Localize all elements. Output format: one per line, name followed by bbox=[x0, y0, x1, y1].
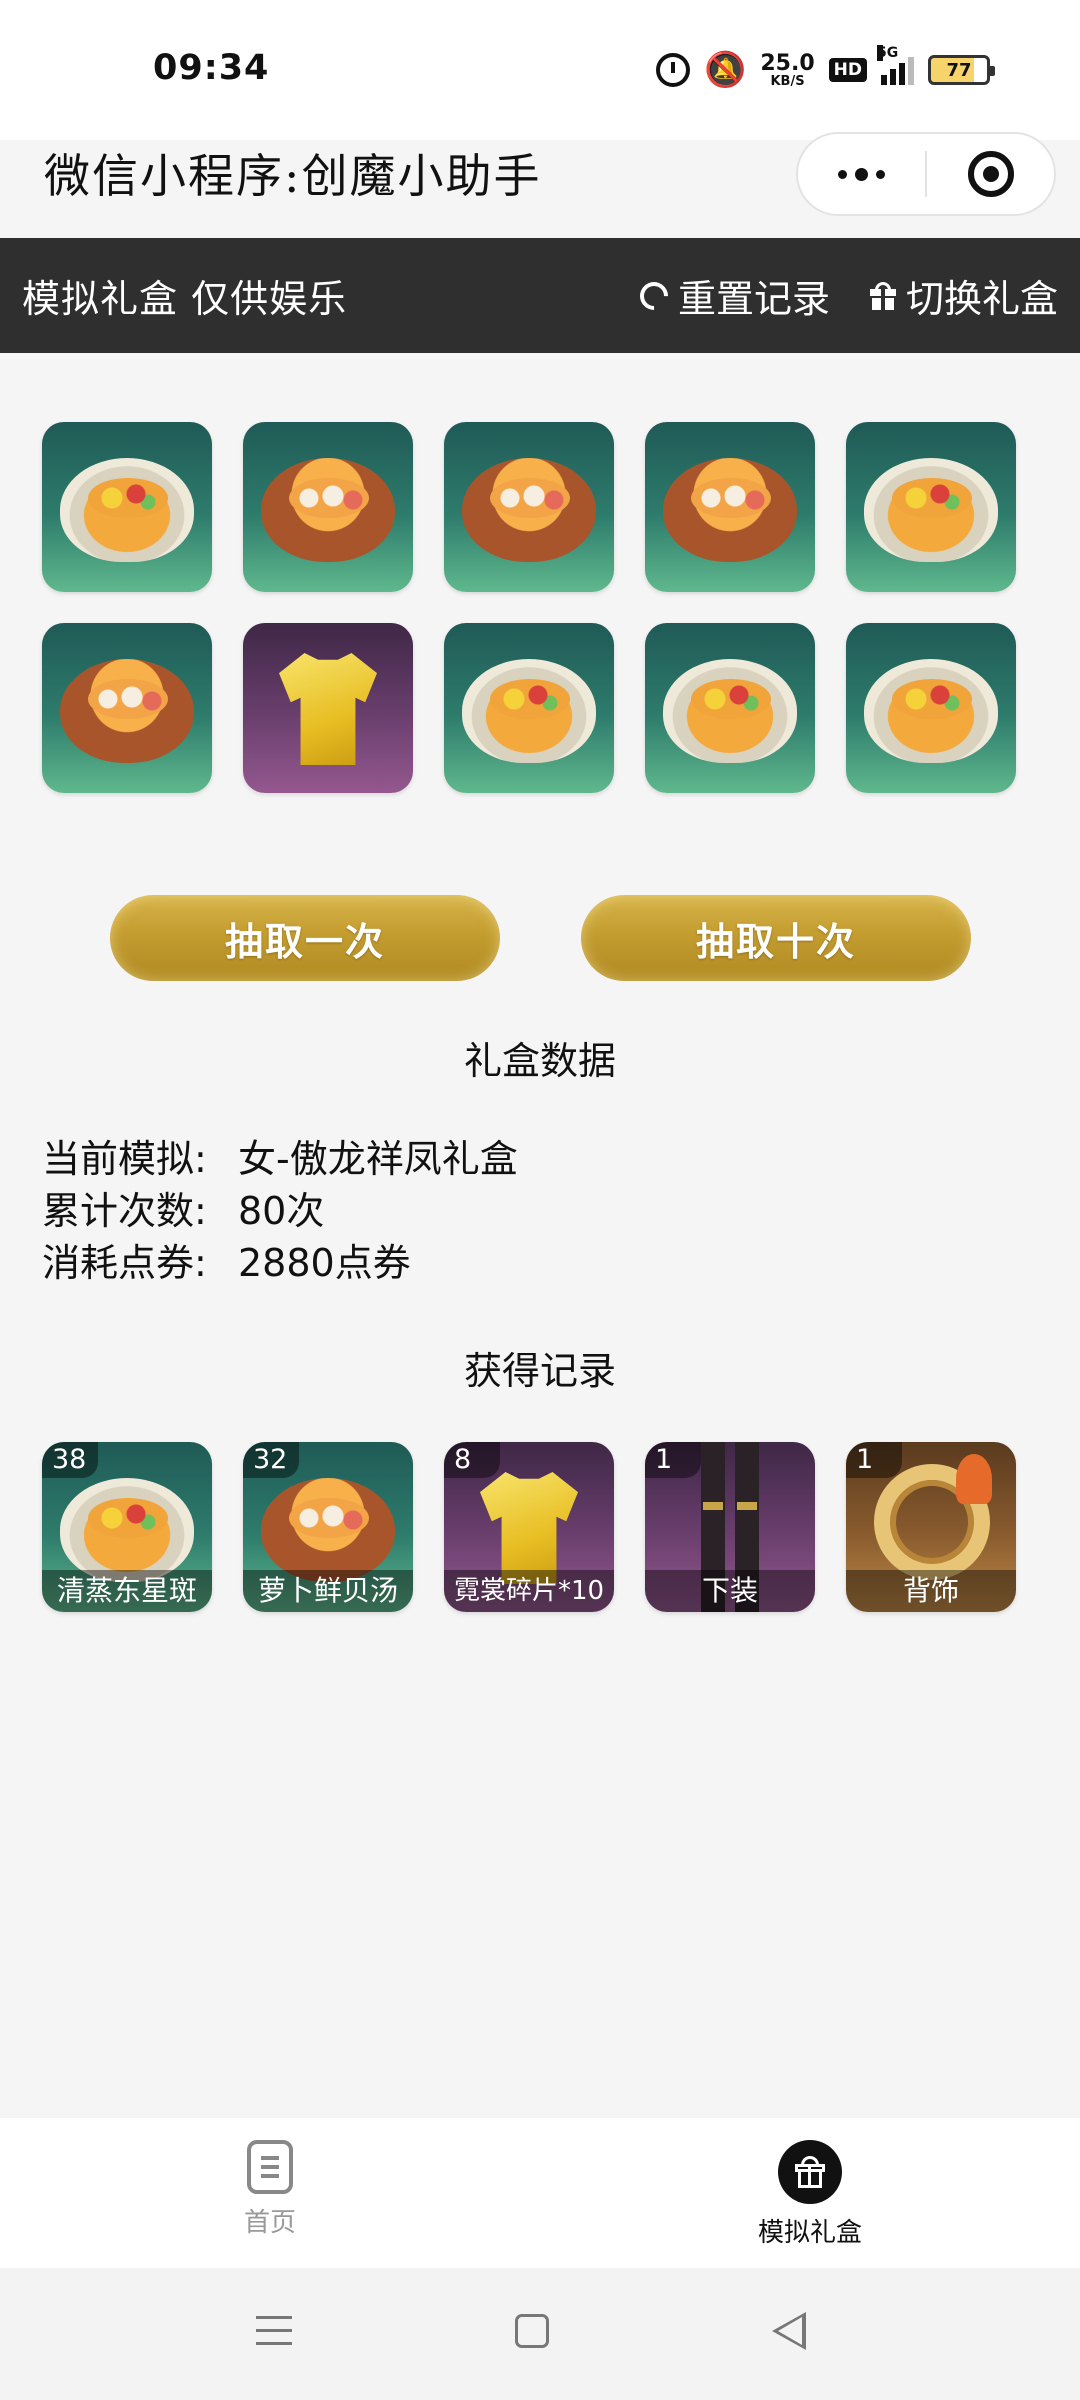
result-tile bbox=[42, 422, 212, 592]
steamed-fish-icon bbox=[864, 659, 998, 763]
close-miniprogram-button[interactable] bbox=[927, 134, 1054, 214]
switch-giftbox-button[interactable]: 切换礼盒 bbox=[869, 268, 1058, 323]
tab-home[interactable]: 首页 bbox=[0, 2118, 540, 2268]
item-count-badge: 32 bbox=[243, 1442, 299, 1478]
home-doc-icon bbox=[247, 2140, 293, 2194]
system-nav-bar bbox=[0, 2268, 1080, 2400]
record-item: 38 清蒸东星斑 bbox=[42, 1442, 212, 1612]
hd-badge: HD bbox=[828, 58, 867, 82]
back-triangle-icon[interactable] bbox=[772, 2312, 806, 2350]
shirt-icon bbox=[480, 1472, 578, 1584]
home-square-icon[interactable] bbox=[515, 2314, 549, 2348]
stat-row-cost: 消耗点券: 2880点券 bbox=[42, 1237, 518, 1289]
more-dots-icon bbox=[838, 167, 885, 181]
miniprogram-title: 微信小程序:创魔小助手 bbox=[44, 149, 542, 203]
scallop-soup-icon bbox=[261, 1478, 395, 1582]
result-tile bbox=[444, 623, 614, 793]
tab-home-label: 首页 bbox=[243, 2208, 296, 2238]
more-button[interactable] bbox=[798, 134, 925, 214]
reset-record-button[interactable]: 重置记录 bbox=[634, 268, 830, 323]
result-tile bbox=[444, 422, 614, 592]
total-count-value: 80次 bbox=[238, 1189, 325, 1233]
item-name-label: 霓裳碎片*10 bbox=[444, 1570, 614, 1612]
giftbox-stats: 当前模拟: 女-傲龙祥凤礼盒 累计次数: 80次 消耗点券: 2880点券 bbox=[42, 1133, 518, 1289]
steamed-fish-icon bbox=[663, 659, 797, 763]
item-name-label: 萝卜鲜贝汤 bbox=[243, 1570, 413, 1612]
steamed-fish-icon bbox=[60, 1478, 194, 1582]
back-accessory-icon bbox=[874, 1454, 992, 1580]
stat-row-count: 累计次数: 80次 bbox=[42, 1185, 518, 1237]
steamed-fish-icon bbox=[864, 458, 998, 562]
tab-giftbox-label: 模拟礼盒 bbox=[757, 2218, 862, 2248]
result-tile bbox=[645, 422, 815, 592]
record-item: 8 霓裳碎片*10 bbox=[444, 1442, 614, 1612]
menu-icon[interactable] bbox=[256, 2316, 292, 2346]
scallop-soup-icon bbox=[462, 458, 596, 562]
network-speed: 25.0 KB/S bbox=[760, 50, 815, 89]
current-giftbox-value: 女-傲龙祥凤礼盒 bbox=[238, 1137, 518, 1181]
result-tile bbox=[645, 623, 815, 793]
refresh-icon bbox=[634, 275, 674, 316]
draw-once-button[interactable]: 抽取一次 bbox=[110, 895, 500, 981]
steamed-fish-icon bbox=[60, 458, 194, 562]
header-title: 模拟礼盒 仅供娱乐 bbox=[22, 277, 348, 321]
result-tile bbox=[243, 623, 413, 793]
item-name-label: 背饰 bbox=[846, 1570, 1016, 1612]
gift-icon bbox=[778, 2140, 842, 2204]
status-bar: 09:34 🔕 25.0 KB/S HD 5G 77 bbox=[0, 0, 1080, 140]
target-icon bbox=[967, 151, 1014, 197]
status-icons: 🔕 25.0 KB/S HD 5G 77 bbox=[656, 45, 995, 90]
shirt-icon bbox=[279, 653, 377, 765]
draw-result-grid bbox=[42, 422, 1016, 793]
gift-icon bbox=[869, 281, 896, 310]
item-count-badge: 1 bbox=[846, 1442, 902, 1478]
result-tile bbox=[846, 422, 1016, 592]
item-count-badge: 38 bbox=[42, 1442, 98, 1478]
result-tile bbox=[42, 623, 212, 793]
capsule-menu bbox=[796, 132, 1056, 216]
switch-giftbox-label: 切换礼盒 bbox=[905, 277, 1058, 321]
scallop-soup-icon bbox=[60, 659, 194, 763]
bottom-tab-bar: 首页 模拟礼盒 bbox=[0, 2118, 1080, 2268]
alarm-icon bbox=[656, 50, 691, 90]
item-name-label: 下装 bbox=[645, 1570, 815, 1612]
stat-row-current: 当前模拟: 女-傲龙祥凤礼盒 bbox=[42, 1133, 518, 1185]
header-actions: 重置记录 切换礼盒 bbox=[634, 268, 1058, 323]
record-item: 1 下装 bbox=[645, 1442, 815, 1612]
item-name-label: 清蒸东星斑 bbox=[42, 1570, 212, 1612]
scallop-soup-icon bbox=[261, 458, 395, 562]
result-tile bbox=[243, 422, 413, 592]
records-grid: 38 清蒸东星斑 32 萝卜鲜贝汤 8 霓裳碎片*10 1 下装 1 背饰 bbox=[42, 1442, 1016, 1612]
item-count-badge: 1 bbox=[645, 1442, 701, 1478]
record-item: 1 背饰 bbox=[846, 1442, 1016, 1612]
result-tile bbox=[846, 623, 1016, 793]
signal-icon: 5G bbox=[877, 45, 914, 85]
app-header: 模拟礼盒 仅供娱乐 重置记录 切换礼盒 bbox=[0, 238, 1080, 353]
tab-simulate-giftbox[interactable]: 模拟礼盒 bbox=[540, 2118, 1080, 2268]
mute-icon: 🔕 bbox=[704, 50, 747, 90]
coupon-cost-value: 2880点券 bbox=[238, 1241, 411, 1285]
battery-icon: 77 bbox=[928, 55, 995, 85]
battery-level: 77 bbox=[946, 59, 972, 81]
records-section-title: 获得记录 bbox=[463, 1349, 616, 1393]
scallop-soup-icon bbox=[663, 458, 797, 562]
item-count-badge: 8 bbox=[444, 1442, 500, 1478]
record-item: 32 萝卜鲜贝汤 bbox=[243, 1442, 413, 1612]
stats-section-title: 礼盒数据 bbox=[463, 1039, 616, 1083]
steamed-fish-icon bbox=[462, 659, 596, 763]
status-time: 09:34 bbox=[153, 48, 270, 88]
reset-record-label: 重置记录 bbox=[677, 277, 830, 321]
draw-ten-button[interactable]: 抽取十次 bbox=[581, 895, 971, 981]
